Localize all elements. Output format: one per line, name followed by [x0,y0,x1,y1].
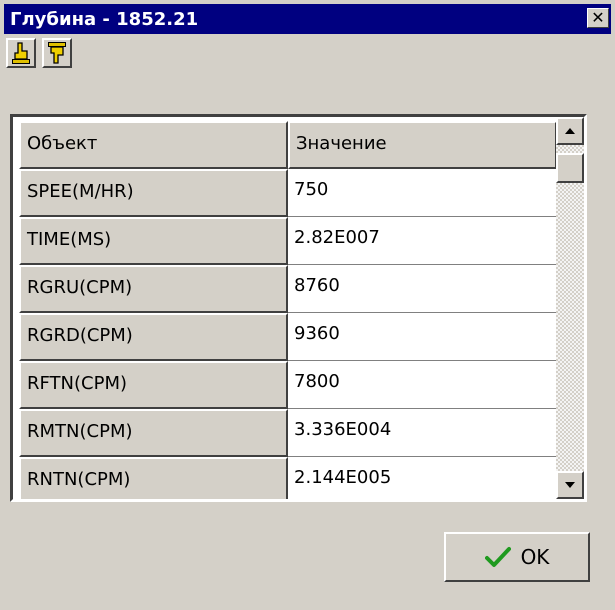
table-row[interactable]: RMTN(CPM) 3.336E004 [19,409,557,457]
value-cell[interactable]: 3.336E004 [288,409,557,457]
properties-grid[interactable]: Объект Значение SPEE(M/HR) 750 TIME(MS) … [10,114,587,502]
close-icon: ✕ [591,8,605,27]
table-row[interactable]: RNTN(CPM) 2.144E005 [19,457,557,499]
value-cell[interactable]: 2.82E007 [288,217,557,265]
table-row[interactable]: RGRD(CPM) 9360 [19,313,557,361]
object-cell[interactable]: RFTN(CPM) [19,361,289,409]
checkmark-icon [484,547,511,567]
value-cell[interactable]: 7800 [288,361,557,409]
window-title: Глубина - 1852.21 [10,8,199,30]
object-cell[interactable]: SPEE(M/HR) [19,169,289,217]
object-cell[interactable]: TIME(MS) [19,217,289,265]
table-row[interactable]: SPEE(M/HR) 750 [19,169,557,217]
dialog-window: Глубина - 1852.21 ✕ Объект Значение SPEE… [0,0,615,610]
object-cell[interactable]: RNTN(CPM) [19,457,289,499]
value-cell[interactable]: 8760 [288,265,557,313]
object-cell[interactable]: RGRU(CPM) [19,265,289,313]
column-header-value[interactable]: Значение [288,121,557,169]
object-cell[interactable]: RMTN(CPM) [19,409,289,457]
table-row[interactable]: RGRU(CPM) 8760 [19,265,557,313]
ok-button[interactable]: OK [444,532,590,582]
toolbar [4,36,611,106]
move-down-button[interactable] [42,38,72,68]
scroll-thumb[interactable] [556,153,584,183]
move-up-button[interactable] [6,38,36,68]
close-button[interactable]: ✕ [587,8,609,28]
hand-point-up-icon [12,42,30,64]
ok-label: OK [520,545,550,569]
vertical-scrollbar[interactable] [556,117,584,499]
arrow-down-icon [565,482,575,488]
value-cell[interactable]: 9360 [288,313,557,361]
scroll-down-button[interactable] [556,471,584,499]
arrow-up-icon [565,128,575,134]
column-header-object[interactable]: Объект [19,121,288,169]
grid-body: Объект Значение SPEE(M/HR) 750 TIME(MS) … [19,121,557,499]
object-cell[interactable]: RGRD(CPM) [19,313,289,361]
grid-header-row: Объект Значение [19,121,557,169]
table-row[interactable]: RFTN(CPM) 7800 [19,361,557,409]
table-row[interactable]: TIME(MS) 2.82E007 [19,217,557,265]
title-bar[interactable]: Глубина - 1852.21 ✕ [4,4,611,34]
hand-point-down-icon [48,42,66,64]
value-cell[interactable]: 750 [288,169,557,217]
scroll-up-button[interactable] [556,117,584,145]
value-cell[interactable]: 2.144E005 [288,457,557,499]
